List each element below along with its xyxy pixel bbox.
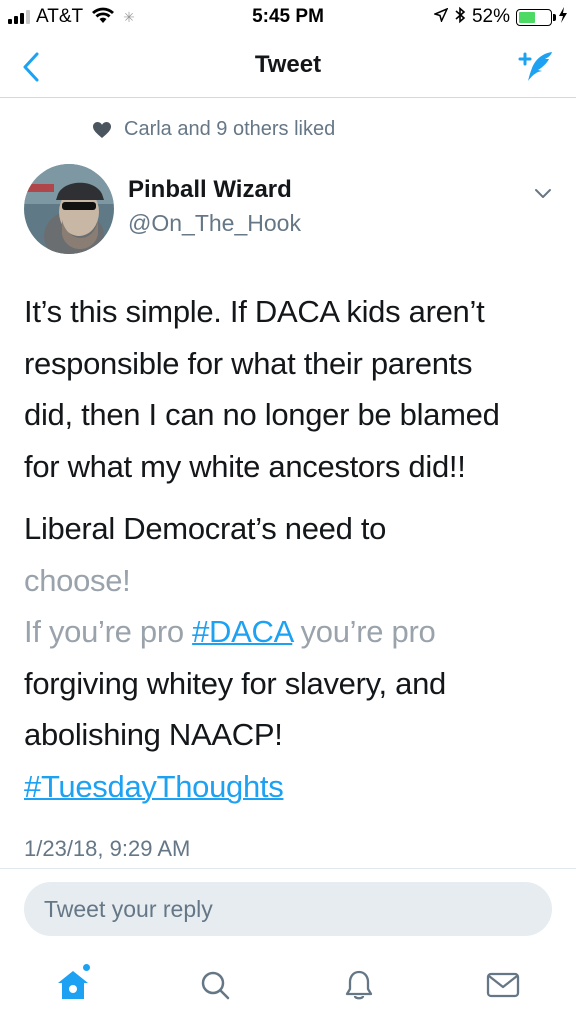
heart-icon	[93, 121, 111, 138]
tweet-line: did, then I can no longer be blamed	[24, 397, 500, 432]
envelope-icon	[486, 972, 520, 998]
tweet-text-fragment: If you’re pro	[24, 614, 193, 649]
tweet-timestamp: 1/23/18, 9:29 AM	[24, 836, 191, 861]
avatar[interactable]	[24, 164, 114, 254]
bell-icon	[345, 970, 373, 1000]
social-context-text: Carla and 9 others liked	[124, 118, 336, 140]
reply-placeholder: Tweet your reply	[44, 895, 213, 922]
author-name[interactable]: Pinball Wizard	[128, 176, 292, 204]
location-arrow-icon	[432, 7, 449, 27]
tweet-text: It’s this simple. If DACA kids aren’t re…	[24, 286, 564, 812]
battery-icon	[516, 8, 556, 26]
tab-notifications[interactable]	[334, 960, 384, 1010]
tweet-line: abolishing NAACP!	[24, 717, 283, 752]
status-right: 52%	[432, 6, 568, 29]
page-title: Tweet	[254, 51, 322, 78]
tweet-options-button[interactable]	[528, 180, 558, 208]
tweet-line: It’s this simple. If DACA kids aren’t	[24, 294, 485, 329]
tweet-line: Liberal Democrat’s need to	[24, 511, 387, 546]
tweet-text-fragment: you’re pro	[292, 614, 436, 649]
search-icon	[201, 971, 230, 1000]
compose-tweet-icon	[518, 52, 552, 81]
navigation-bar: Tweet	[0, 34, 576, 98]
chevron-down-icon	[535, 189, 551, 198]
tweet-line: #TuesdayThoughts	[24, 761, 564, 813]
compose-tweet-button[interactable]	[516, 48, 556, 86]
tab-home[interactable]	[48, 960, 98, 1010]
tab-messages[interactable]	[478, 960, 528, 1010]
battery-percent: 52%	[471, 6, 510, 27]
tweet-line: forgiving whitey for slavery, and	[24, 665, 446, 701]
new-content-dot	[83, 964, 90, 971]
divider	[0, 868, 576, 869]
tweet-line: choose!	[24, 562, 131, 598]
tab-bar	[0, 948, 576, 1024]
bluetooth-icon	[454, 6, 466, 29]
home-icon	[58, 971, 88, 999]
tweet-line: If you’re pro #DACA you’re pro	[24, 606, 564, 658]
battery-level	[519, 11, 535, 23]
tweet-line: for what my white ancestors did!!	[24, 448, 466, 484]
hashtag-tuesdaythoughts-link[interactable]: #TuesdayThoughts	[24, 769, 284, 804]
reply-input[interactable]: Tweet your reply	[24, 882, 552, 936]
tweet-line: responsible for what their parents	[24, 345, 473, 381]
status-bar: AT&T ✳ 5:45 PM 52%	[0, 0, 576, 34]
charging-bolt-icon	[558, 6, 568, 28]
hashtag-daca-link[interactable]: #DACA	[192, 614, 292, 649]
social-context[interactable]: Carla and 9 others liked	[92, 118, 335, 141]
tab-search[interactable]	[190, 960, 240, 1010]
author-handle[interactable]: @On_The_Hook	[128, 210, 301, 237]
avatar-image	[24, 164, 114, 254]
